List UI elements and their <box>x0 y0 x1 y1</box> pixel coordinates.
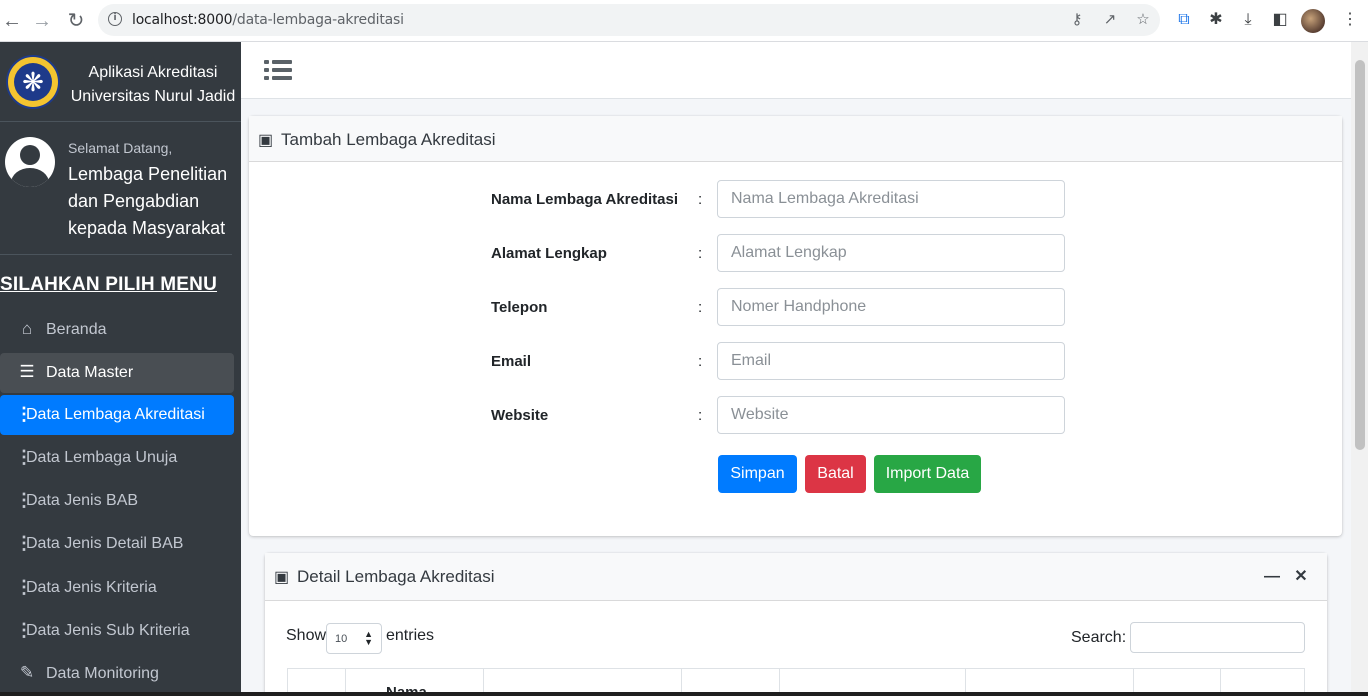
url-path: /data-lembaga-akreditasi <box>232 12 404 28</box>
form-card-title: Tambah Lembaga Akreditasi <box>281 130 496 149</box>
colon: : <box>698 353 703 370</box>
sidebar-item-label: Beranda <box>46 321 107 338</box>
sidebar-item-label: Data Lembaga Unuja <box>26 449 178 466</box>
detail-card-title: Detail Lembaga Akreditasi <box>297 567 495 586</box>
sidebar-item-label: Data Jenis BAB <box>26 492 139 509</box>
search-label: Search: <box>1071 629 1127 646</box>
import-data-button[interactable]: Import Data <box>874 455 981 493</box>
collapse-minus-icon[interactable]: — <box>1264 569 1280 585</box>
sidebar-item-data-lembaga-unuja[interactable]: ⋮ Data Lembaga Unuja <box>0 438 234 478</box>
server-icon: ☰ <box>19 362 35 381</box>
home-icon: ⌂ <box>21 319 33 338</box>
more-menu-icon[interactable]: ⋮ <box>1340 10 1360 30</box>
field-label-email: Email <box>491 353 532 370</box>
sidebar-item-data-jenis-bab[interactable]: ⋮ Data Jenis BAB <box>0 481 234 521</box>
entries-select-value: 10 <box>335 633 348 645</box>
website-input[interactable] <box>717 396 1065 434</box>
form-card: ▣ Tambah Lembaga Akreditasi Nama Lembaga… <box>249 116 1342 536</box>
sidebar-item-label: Data Jenis Kriteria <box>26 579 157 596</box>
side-panel-icon[interactable]: ◧ <box>1270 10 1290 30</box>
telepon-input[interactable] <box>717 288 1065 326</box>
sidebar-item-data-lembaga-akreditasi[interactable]: ⋮ Data Lembaga Akreditasi <box>0 395 234 435</box>
list-menu-toggle-icon[interactable] <box>264 57 292 83</box>
detail-card-header: ▣ Detail Lembaga Akreditasi — ✕ <box>265 553 1327 601</box>
site-info-icon[interactable]: i <box>108 12 122 26</box>
sidebar-item-label: Data Lembaga Akreditasi <box>26 406 205 423</box>
brand-link[interactable]: ❋ Aplikasi Akreditasi Universitas Nurul … <box>0 42 241 122</box>
close-icon[interactable]: ✕ <box>1293 569 1309 585</box>
share-icon[interactable]: ↗ <box>1101 11 1119 29</box>
sidebar-item-data-monitoring[interactable]: ✎ Data Monitoring <box>0 654 234 694</box>
key-icon[interactable]: ⚷ <box>1068 11 1086 29</box>
sidebar-item-data-jenis-detail-bab[interactable]: ⋮ Data Jenis Detail BAB <box>0 524 234 564</box>
colon: : <box>698 245 703 262</box>
sidebar-item-beranda[interactable]: ⌂ Beranda <box>0 310 234 350</box>
show-label: Show <box>286 627 327 644</box>
scrollbar-thumb[interactable] <box>1355 60 1365 450</box>
top-navbar <box>241 42 1351 99</box>
vertical-dots-icon: ⋮ <box>15 620 33 640</box>
field-label-website: Website <box>491 407 549 424</box>
sidebar-item-label: Data Jenis Sub Kriteria <box>26 622 190 639</box>
university-logo: ❋ <box>6 55 60 109</box>
user-avatar-icon <box>5 137 55 187</box>
user-name: Lembaga Penelitian dan Pengabdian kepada… <box>68 164 228 238</box>
menu-header: SILAHKAN PILIH MENU <box>0 274 218 295</box>
field-label-alamat: Alamat Lengkap <box>491 245 607 262</box>
profile-avatar[interactable] <box>1301 9 1325 33</box>
vertical-dots-icon: ⋮ <box>15 490 33 510</box>
address-bar[interactable]: i localhost:8000/data-lembaga-akreditasi… <box>98 4 1160 36</box>
url-host: localhost:8000 <box>132 12 233 28</box>
sidebar-item-data-jenis-kriteria[interactable]: ⋮ Data Jenis Kriteria <box>0 568 234 608</box>
sidebar-item-label: Data Jenis Detail BAB <box>26 535 184 552</box>
vertical-dots-icon: ⋮ <box>15 533 33 553</box>
alamat-input[interactable] <box>717 234 1065 272</box>
extensions-puzzle-icon[interactable]: ✱ <box>1206 10 1226 30</box>
brand-line-1: Aplikasi Akreditasi <box>88 64 218 81</box>
entries-label: entries <box>386 627 435 644</box>
search-input[interactable] <box>1130 622 1305 653</box>
forward-arrow-icon[interactable]: → <box>30 9 54 33</box>
colon: : <box>698 191 703 208</box>
cubes-icon: ▣ <box>258 132 274 149</box>
sidebar-item-data-master[interactable]: ☰ Data Master <box>0 353 234 393</box>
url-text[interactable]: localhost:8000/data-lembaga-akreditasi <box>132 12 404 28</box>
email-input[interactable] <box>717 342 1065 380</box>
user-panel: Selamat Datang, Lembaga Penelitian dan P… <box>0 122 232 255</box>
cubes-icon: ▣ <box>274 569 290 586</box>
reload-icon[interactable]: ↻ <box>64 9 88 33</box>
star-emblem-icon: ❋ <box>22 67 44 97</box>
field-label-nama: Nama Lembaga Akreditasi <box>491 191 679 208</box>
detail-card: ▣ Detail Lembaga Akreditasi — ✕ Show 10 … <box>265 553 1327 696</box>
vertical-dots-icon: ⋮ <box>15 404 33 424</box>
content-wrapper: ▣ Tambah Lembaga Akreditasi Nama Lembaga… <box>241 99 1351 696</box>
translate-extension-icon[interactable]: ⧉ <box>1174 10 1194 30</box>
brand-text: Aplikasi Akreditasi Universitas Nurul Ja… <box>68 61 238 109</box>
browser-toolbar: ← → ↻ i localhost:8000/data-lembaga-akre… <box>0 0 1368 42</box>
field-label-telepon: Telepon <box>491 299 548 316</box>
page-scrollbar[interactable] <box>1351 42 1368 696</box>
vertical-dots-icon: ⋮ <box>15 577 33 597</box>
back-arrow-icon[interactable]: ← <box>0 9 24 33</box>
taskbar-edge <box>0 692 1368 696</box>
edit-icon: ✎ <box>19 663 35 682</box>
vertical-dots-icon: ⋮ <box>15 447 33 467</box>
colon: : <box>698 407 703 424</box>
sort-caret-icon: ▲ ▼ <box>364 629 373 647</box>
nama-lembaga-input[interactable] <box>717 180 1065 218</box>
colon: : <box>698 299 703 316</box>
download-icon[interactable]: ⤓ <box>1238 10 1258 30</box>
sidebar-item-label: Data Master <box>46 364 134 381</box>
save-button[interactable]: Simpan <box>718 455 797 493</box>
bookmark-star-icon[interactable]: ☆ <box>1134 11 1152 29</box>
welcome-text: Selamat Datang, <box>68 140 173 156</box>
sidebar: ❋ Aplikasi Akreditasi Universitas Nurul … <box>0 42 241 696</box>
brand-line-2: Universitas Nurul Jadid <box>70 88 236 105</box>
sidebar-item-label: Data Monitoring <box>46 665 159 682</box>
entries-select[interactable]: 10 ▲ ▼ <box>326 623 382 654</box>
sidebar-item-data-jenis-sub-kriteria[interactable]: ⋮ Data Jenis Sub Kriteria <box>0 611 234 651</box>
cancel-button[interactable]: Batal <box>805 455 866 493</box>
form-card-header: ▣ Tambah Lembaga Akreditasi <box>249 116 1342 162</box>
